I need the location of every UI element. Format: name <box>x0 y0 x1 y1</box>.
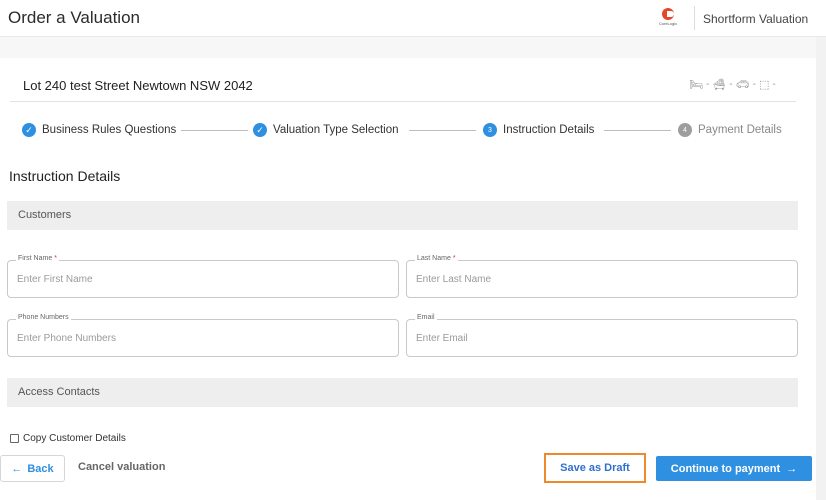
step-number-badge: 3 <box>483 123 497 137</box>
scrollbar-track[interactable] <box>816 37 826 500</box>
step-number-badge: 4 <box>678 123 692 137</box>
bath-count: - <box>729 79 733 90</box>
step-connector <box>409 130 476 131</box>
phone-numbers-label: Phone Numbers <box>16 314 71 321</box>
logo-mark-icon <box>662 8 674 20</box>
app-header: Order a Valuation CoreLogic Shortform Va… <box>0 0 826 37</box>
phone-numbers-input[interactable] <box>17 330 387 346</box>
email-field[interactable]: Email <box>406 314 798 357</box>
header-divider <box>694 6 695 30</box>
step-label: Valuation Type Selection <box>273 124 399 136</box>
first-name-label: First Name * <box>16 255 59 262</box>
step-payment-details: 4 Payment Details <box>678 123 782 137</box>
copy-customer-details-label: Copy Customer Details <box>23 433 126 444</box>
check-icon: ✓ <box>253 123 267 137</box>
product-name: Shortform Valuation <box>703 12 809 26</box>
bed-count: - <box>705 79 710 90</box>
property-attributes: 🛏︎ - 🛁︎ - 🚗︎ - ⬚ - <box>689 78 776 91</box>
continue-label: Continue to payment <box>670 462 781 475</box>
last-name-field[interactable]: Last Name * <box>406 255 798 298</box>
first-name-field[interactable]: First Name * <box>7 255 399 298</box>
land-size: - <box>772 79 776 90</box>
step-connector <box>181 130 248 131</box>
step-label: Payment Details <box>698 124 782 136</box>
step-label: Business Rules Questions <box>42 124 177 136</box>
last-name-input[interactable] <box>416 271 786 287</box>
step-instruction-details: 3 Instruction Details <box>483 123 594 137</box>
email-label: Email <box>415 314 437 321</box>
copy-customer-details-checkbox[interactable] <box>10 434 19 443</box>
step-label: Instruction Details <box>503 124 595 136</box>
logo-text: CoreLogic <box>658 21 678 26</box>
customers-group-header: Customers <box>7 201 798 230</box>
save-as-draft-button[interactable]: Save as Draft <box>544 453 646 483</box>
copy-customer-details[interactable]: Copy Customer Details <box>10 433 126 444</box>
last-name-label: Last Name * <box>415 255 458 262</box>
customers-title: Customers <box>18 209 72 221</box>
land-size-icon: ⬚ <box>758 79 770 91</box>
access-contacts-group-header: Access Contacts <box>7 378 798 407</box>
header-band <box>0 37 816 58</box>
arrow-right-icon: → <box>786 462 798 475</box>
corelogic-logo: CoreLogic <box>654 8 682 30</box>
continue-to-payment-button[interactable]: Continue to payment → <box>656 456 812 481</box>
check-icon: ✓ <box>22 123 36 137</box>
address-divider <box>10 101 796 102</box>
first-name-input[interactable] <box>17 271 387 287</box>
bath-icon: 🛁︎ <box>712 79 727 91</box>
phone-numbers-field[interactable]: Phone Numbers <box>7 314 399 357</box>
property-address: Lot 240 test Street Newtown NSW 2042 <box>23 78 253 93</box>
access-contacts-title: Access Contacts <box>18 386 100 398</box>
arrow-left-icon: ← <box>11 462 23 475</box>
car-count: - <box>752 79 756 90</box>
section-title: Instruction Details <box>9 168 121 184</box>
page-title: Order a Valuation <box>8 8 140 27</box>
step-valuation-type: ✓ Valuation Type Selection <box>253 123 399 137</box>
back-button[interactable]: ← Back <box>0 455 65 482</box>
step-connector <box>604 130 671 131</box>
car-icon: 🚗︎ <box>735 79 750 91</box>
email-input[interactable] <box>416 330 786 346</box>
bed-icon: 🛏︎ <box>689 79 703 91</box>
back-label: Back <box>27 462 54 475</box>
step-business-rules: ✓ Business Rules Questions <box>22 123 176 137</box>
cancel-valuation-button[interactable]: Cancel valuation <box>78 461 165 473</box>
